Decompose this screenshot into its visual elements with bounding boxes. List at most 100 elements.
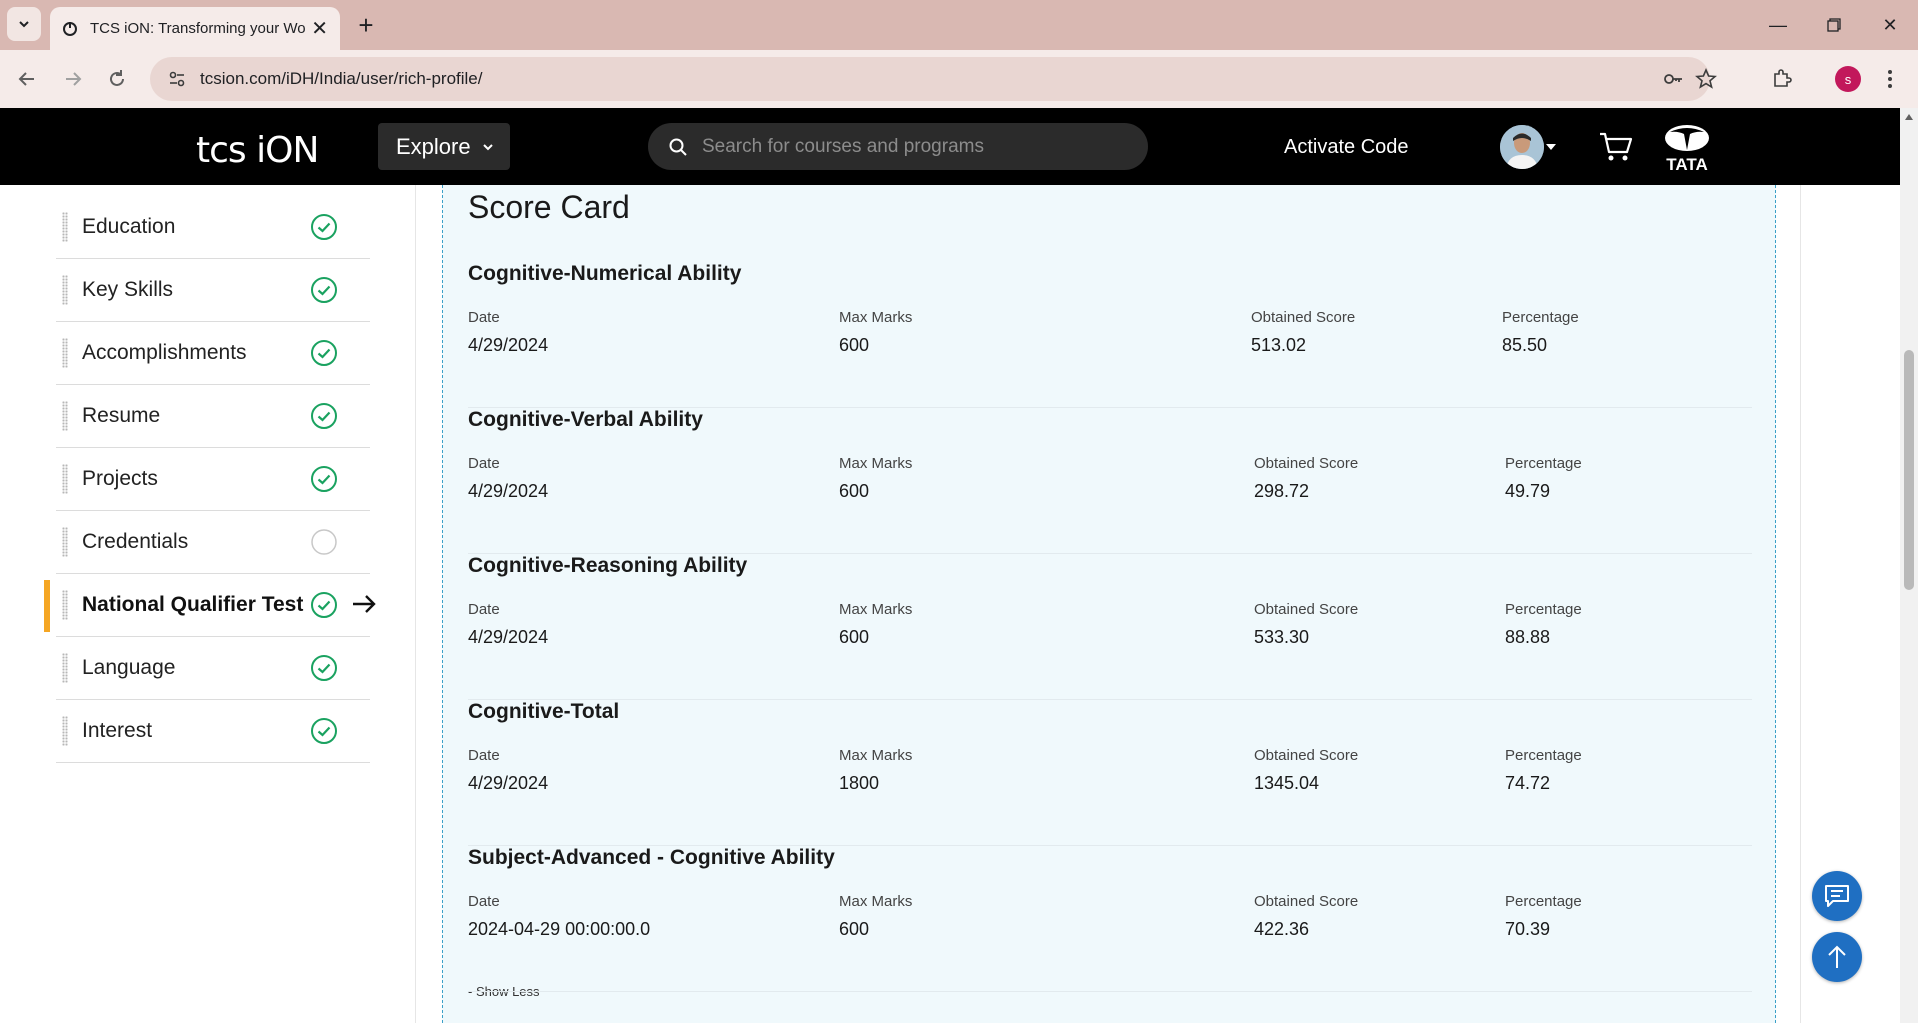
date-label: Date (468, 309, 500, 326)
scroll-to-top-button[interactable] (1812, 932, 1862, 982)
sidebar-item-label: Language (82, 656, 176, 679)
score-section-title: Cognitive-Numerical Ability (468, 262, 742, 285)
max-marks-label: Max Marks (839, 893, 913, 910)
tab-search-button[interactable] (7, 7, 41, 41)
date-label: Date (468, 455, 500, 472)
score-section: Subject-Advanced - Cognitive Ability Date… (468, 846, 1752, 992)
sidebar-item[interactable]: Credentials (56, 511, 370, 574)
extensions-puzzle-icon[interactable] (1770, 67, 1794, 91)
minimize-button[interactable]: — (1758, 10, 1798, 40)
drag-handle-icon[interactable] (62, 338, 68, 368)
date-value: 4/29/2024 (468, 627, 549, 647)
drag-handle-icon[interactable] (62, 211, 68, 242)
score-card: Score Card - Show Less Cognitive-Numeric… (442, 185, 1776, 1023)
check-circle-icon (311, 592, 337, 618)
back-button[interactable] (10, 62, 44, 96)
sidebar-item[interactable]: Resume (56, 385, 370, 448)
sidebar-item-label: Education (82, 214, 176, 238)
sidebar-item-label: Accomplishments (82, 341, 247, 364)
avatar-dropdown-icon[interactable] (1546, 144, 1556, 150)
max-marks-value: 600 (839, 627, 870, 647)
password-key-icon[interactable] (1662, 68, 1684, 90)
site-header: tcs iON Explore Activate Code TATA (0, 108, 1900, 185)
browser-menu-icon[interactable] (1880, 66, 1900, 92)
check-circle-icon (311, 213, 337, 240)
scroll-up-arrow-icon[interactable] (1905, 114, 1913, 120)
active-indicator (44, 580, 50, 632)
drag-handle-icon[interactable] (62, 401, 68, 431)
page-scrollbar[interactable] (1900, 108, 1918, 1023)
explore-label: Explore (396, 133, 471, 159)
forward-button[interactable] (56, 62, 90, 96)
max-marks-label: Max Marks (839, 455, 913, 472)
drag-handle-icon[interactable] (62, 653, 68, 683)
score-section-title: Subject-Advanced - Cognitive Ability (468, 846, 835, 869)
drag-handle-icon[interactable] (62, 464, 68, 494)
tab-title: TCS iON: Transforming your Wo (90, 20, 306, 37)
browser-tab-active[interactable]: TCS iON: Transforming your Wo ✕ (50, 7, 340, 50)
empty-circle-icon (311, 529, 337, 555)
sidebar-item[interactable]: Language (56, 637, 370, 700)
address-bar[interactable]: tcsion.com/iDH/India/user/rich-profile/ (150, 57, 1717, 101)
max-marks-value: 600 (839, 481, 870, 501)
restore-button[interactable] (1814, 10, 1854, 40)
percentage-value: 85.50 (1502, 335, 1548, 355)
site-info-icon[interactable] (166, 68, 188, 90)
date-label: Date (468, 893, 500, 910)
obtained-score-label: Obtained Score (1254, 455, 1359, 472)
sidebar-item-label: Key Skills (82, 278, 174, 301)
sidebar-item[interactable]: Projects (56, 448, 370, 511)
score-section-title: Cognitive-Total (468, 700, 620, 723)
scrollbar-thumb[interactable] (1904, 350, 1914, 590)
svg-text:TATA: TATA (1666, 155, 1708, 174)
sidebar-item[interactable]: Key Skills (56, 259, 370, 322)
user-photo-icon (1500, 125, 1544, 169)
sidebar-item-label: National Qualifier Test (82, 593, 304, 616)
obtained-score-label: Obtained Score (1254, 601, 1359, 618)
tcs-ion-logo[interactable]: tcs iON (196, 130, 319, 171)
obtained-score-label: Obtained Score (1254, 893, 1359, 910)
obtained-score-value: 1345.04 (1254, 773, 1320, 793)
cart-icon[interactable] (1598, 130, 1634, 164)
arrow-right-icon (66, 72, 82, 86)
score-card-title: Score Card (468, 189, 630, 225)
content-right-divider (1800, 185, 1801, 1023)
window-close-button[interactable]: ✕ (1870, 10, 1910, 40)
bookmark-star-icon[interactable] (1695, 68, 1717, 90)
reload-button[interactable] (100, 62, 134, 96)
check-circle-icon (311, 277, 337, 303)
sidebar-item-label: Projects (82, 467, 158, 490)
chat-button[interactable] (1812, 871, 1862, 921)
search-input[interactable] (702, 135, 1122, 158)
arrow-right-icon (353, 595, 376, 613)
max-marks-value: 600 (839, 335, 870, 355)
sidebar-item[interactable]: National Qualifier Test (44, 574, 376, 637)
tcs-favicon-icon (63, 21, 77, 36)
chevron-down-icon (19, 21, 29, 28)
sidebar-item[interactable]: Interest (56, 700, 370, 763)
drag-handle-icon[interactable] (62, 716, 68, 746)
percentage-label: Percentage (1502, 309, 1579, 326)
url-text: tcsion.com/iDH/India/user/rich-profile/ (200, 69, 483, 88)
drag-handle-icon[interactable] (62, 590, 68, 620)
browser-tab-bar: TCS iON: Transforming your Wo ✕ + — ✕ (0, 0, 1918, 50)
max-marks-value: 600 (839, 919, 870, 939)
percentage-label: Percentage (1505, 893, 1582, 910)
percentage-value: 49.79 (1505, 481, 1551, 501)
date-value: 4/29/2024 (468, 481, 549, 501)
sidebar-item[interactable]: Education (56, 185, 370, 259)
browser-profile-avatar[interactable]: s (1835, 66, 1861, 92)
explore-button[interactable]: Explore (378, 123, 510, 170)
new-tab-button[interactable]: + (352, 10, 380, 40)
max-marks-value: 1800 (839, 773, 880, 793)
drag-handle-icon[interactable] (62, 275, 68, 305)
sidebar-item-label: Credentials (82, 530, 189, 553)
user-avatar[interactable] (1500, 125, 1544, 169)
chat-icon (1825, 885, 1849, 907)
tab-close-icon[interactable]: ✕ (311, 16, 328, 41)
tata-logo-icon: TATA (1665, 125, 1709, 174)
activate-code-link[interactable]: Activate Code (1284, 136, 1409, 159)
sidebar-item[interactable]: Accomplishments (56, 322, 370, 385)
drag-handle-icon[interactable] (62, 527, 68, 557)
date-value: 2024-04-29 00:00:00.0 (468, 919, 651, 939)
